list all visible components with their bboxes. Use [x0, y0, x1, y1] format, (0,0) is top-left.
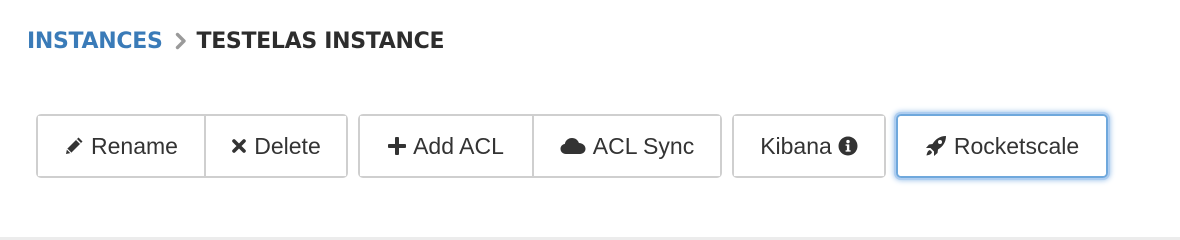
pencil-icon [64, 136, 84, 156]
rename-button[interactable]: Rename [38, 116, 204, 176]
acl-sync-button[interactable]: ACL Sync [532, 116, 720, 176]
acl-sync-label: ACL Sync [592, 132, 695, 159]
kibana-group: Kibana [732, 114, 886, 178]
kibana-button[interactable]: Kibana [734, 116, 884, 176]
plus-icon [388, 137, 407, 155]
breadcrumb-instances-link[interactable]: INSTANCES [27, 29, 163, 54]
kibana-label: Kibana [760, 132, 832, 159]
breadcrumb: INSTANCES TESTELAS INSTANCE [27, 26, 445, 56]
add-acl-button[interactable]: Add ACL [360, 116, 532, 176]
rocketscale-button[interactable]: Rocketscale [898, 116, 1106, 176]
info-icon [838, 136, 858, 156]
rocketscale-group: Rocketscale [896, 114, 1108, 178]
delete-button[interactable]: Delete [204, 116, 346, 176]
rocket-icon [925, 135, 947, 157]
page-title: TESTELAS INSTANCE [196, 28, 445, 54]
instance-detail-page: INSTANCES TESTELAS INSTANCE Rename Delet… [0, 0, 1180, 240]
chevron-right-icon [175, 32, 187, 50]
acl-actions-group: Add ACL ACL Sync [358, 114, 722, 178]
close-icon [231, 138, 247, 154]
rename-label: Rename [91, 132, 178, 159]
add-acl-label: Add ACL [413, 132, 504, 159]
delete-label: Delete [254, 132, 321, 159]
cloud-icon [560, 137, 586, 155]
instance-actions-group: Rename Delete [36, 114, 348, 178]
rocketscale-label: Rocketscale [953, 132, 1080, 159]
